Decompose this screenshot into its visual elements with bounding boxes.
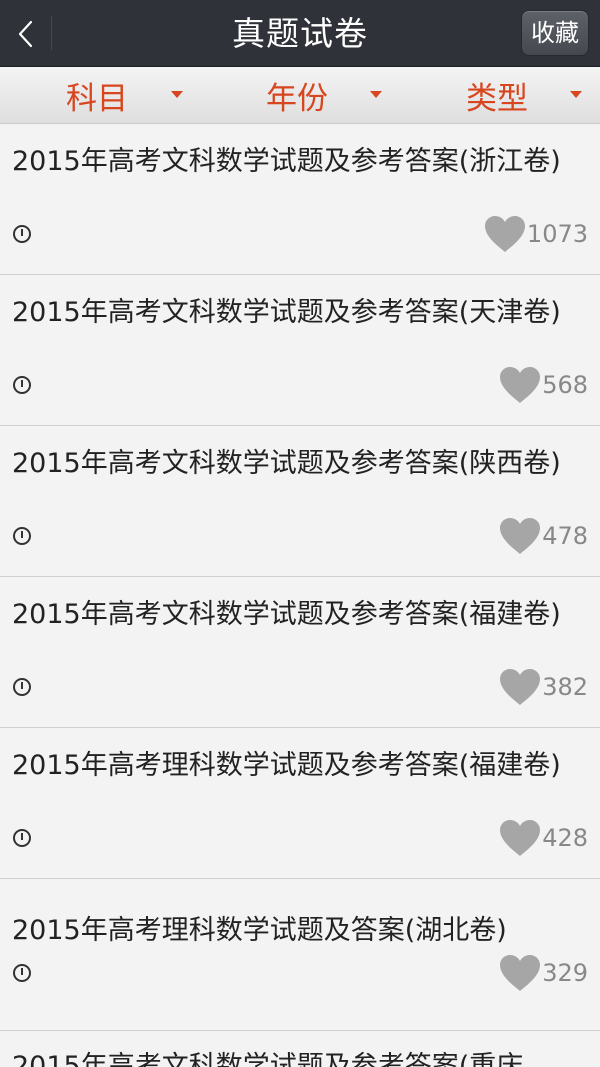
list-item-partial[interactable]: 2015年高考文科数学试题及参考答案(重庆 xyxy=(0,1029,600,1067)
item-title: 2015年高考文科数学试题及参考答案(重庆 xyxy=(12,1051,524,1067)
item-title: 2015年高考理科数学试题及参考答案(福建卷) xyxy=(12,750,561,781)
item-title: 2015年高考文科数学试题及参考答案(天津卷) xyxy=(12,297,561,328)
like-count: 428 xyxy=(542,824,588,852)
list-item[interactable]: 2015年高考理科数学试题及答案(湖北卷) 329 xyxy=(0,879,600,1031)
filter-year-dropdown-icon[interactable] xyxy=(370,91,382,98)
item-title: 2015年高考文科数学试题及参考答案(福建卷) xyxy=(12,599,561,630)
filter-type-dropdown-icon[interactable] xyxy=(570,91,582,98)
top-bar: 真题试卷 收藏 xyxy=(0,0,600,67)
heart-icon xyxy=(500,669,541,705)
like-counter[interactable]: 1073 xyxy=(484,215,588,253)
heart-icon xyxy=(484,216,525,252)
favorites-button[interactable]: 收藏 xyxy=(521,10,589,56)
list-item[interactable]: 2015年高考文科数学试题及参考答案(天津卷) 568 xyxy=(0,275,600,426)
filter-type[interactable]: 类型 xyxy=(466,67,528,124)
filter-type-label: 类型 xyxy=(466,81,528,117)
heart-icon xyxy=(500,518,541,554)
like-counter[interactable]: 329 xyxy=(499,954,588,992)
like-count: 382 xyxy=(542,673,588,701)
list-item[interactable]: 2015年高考文科数学试题及参考答案(浙江卷) 1073 xyxy=(0,124,600,275)
exam-list: 2015年高考文科数学试题及参考答案(浙江卷) 1073 2015年高考文科数学… xyxy=(0,124,600,1031)
filter-subject-label: 科目 xyxy=(66,81,128,117)
filter-bar: 科目 年份 类型 xyxy=(0,67,600,124)
filter-subject-dropdown-icon[interactable] xyxy=(171,91,183,98)
item-title: 2015年高考文科数学试题及参考答案(陕西卷) xyxy=(12,448,561,479)
like-count: 329 xyxy=(542,959,588,987)
clock-icon xyxy=(13,964,31,982)
filter-year[interactable]: 年份 xyxy=(266,67,328,124)
like-counter[interactable]: 382 xyxy=(499,668,588,706)
clock-icon xyxy=(13,527,31,545)
heart-icon xyxy=(500,820,541,856)
clock-icon xyxy=(13,829,31,847)
like-count: 568 xyxy=(542,371,588,399)
clock-icon xyxy=(13,678,31,696)
item-title: 2015年高考理科数学试题及答案(湖北卷) xyxy=(12,915,507,946)
like-counter[interactable]: 428 xyxy=(499,819,588,857)
page-title: 真题试卷 xyxy=(232,14,368,53)
filter-year-label: 年份 xyxy=(266,81,328,117)
like-counter[interactable]: 568 xyxy=(499,366,588,404)
list-item[interactable]: 2015年高考文科数学试题及参考答案(福建卷) 382 xyxy=(0,577,600,728)
like-count: 478 xyxy=(542,522,588,550)
clock-icon xyxy=(13,376,31,394)
clock-icon xyxy=(13,225,31,243)
like-counter[interactable]: 478 xyxy=(499,517,588,555)
filter-subject[interactable]: 科目 xyxy=(66,67,128,124)
list-item[interactable]: 2015年高考文科数学试题及参考答案(陕西卷) 478 xyxy=(0,426,600,577)
heart-icon xyxy=(500,367,541,403)
heart-icon xyxy=(500,955,541,991)
list-item[interactable]: 2015年高考理科数学试题及参考答案(福建卷) 428 xyxy=(0,728,600,879)
item-title: 2015年高考文科数学试题及参考答案(浙江卷) xyxy=(12,146,561,177)
like-count: 1073 xyxy=(526,220,588,248)
